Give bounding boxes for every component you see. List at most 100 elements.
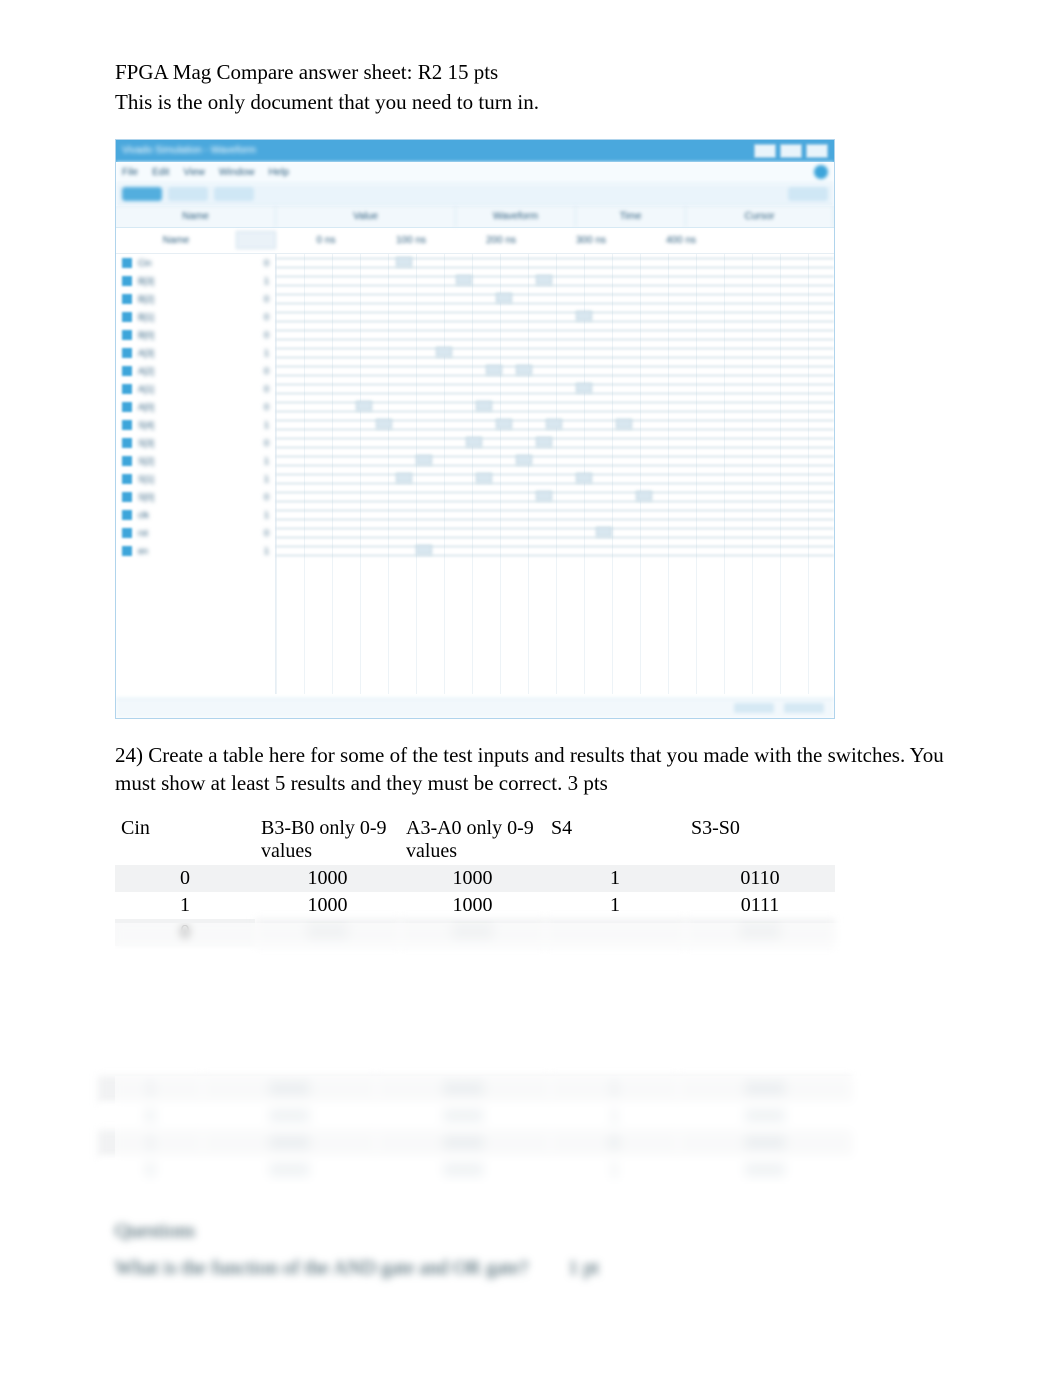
signal-row: S[3]0: [116, 434, 275, 452]
checkbox-icon[interactable]: [122, 312, 132, 322]
signal-list: Cin0B[3]1B[2]0B[1]0B[0]0A[3]1A[2]0A[1]0A…: [116, 254, 276, 694]
ribbon-tab-run[interactable]: [122, 187, 162, 201]
waveform-transition: [536, 275, 552, 285]
checkbox-icon[interactable]: [122, 330, 132, 340]
signal-row: S[0] 0: [116, 488, 275, 506]
lower-table-wrap: 1 0000 0000 1 0000 0 0000 0000 1 0000 1 …: [115, 1076, 947, 1184]
checkbox-icon[interactable]: [122, 510, 132, 520]
menu-edit[interactable]: Edit: [152, 167, 169, 178]
waveform-row: [276, 362, 834, 380]
checkbox-icon[interactable]: [122, 348, 132, 358]
waveform-transition: [356, 401, 372, 411]
waveform-row: [276, 434, 834, 452]
signal-value: 1: [264, 348, 269, 358]
waveform-trace: [276, 528, 834, 538]
menu-help[interactable]: Help: [268, 167, 289, 178]
table-row: 1 0000 0000 1 0000: [98, 1076, 852, 1103]
cell-a: 1000: [400, 892, 545, 919]
lower-table: 1 0000 0000 1 0000 0 0000 0000 1 0000 1 …: [98, 1076, 852, 1184]
checkbox-icon[interactable]: [122, 456, 132, 466]
close-icon[interactable]: [806, 144, 828, 158]
menu-view[interactable]: View: [183, 167, 205, 178]
signal-name: B[2]: [138, 294, 154, 304]
signal-value: 0: [264, 438, 269, 448]
signal-value: 0: [264, 258, 269, 268]
panel-headers: Name Value Waveform Time Cursor: [116, 206, 834, 228]
checkbox-icon[interactable]: [122, 438, 132, 448]
checkbox-icon[interactable]: [122, 258, 132, 268]
signal-name: en: [138, 546, 148, 556]
waveform-transition: [576, 473, 592, 483]
waveform-transition: [536, 437, 552, 447]
table-row: 0 1000 1000 1 0110: [115, 865, 835, 892]
menubar: File Edit View Window Help: [116, 162, 834, 184]
maximize-icon[interactable]: [780, 144, 802, 158]
checkbox-icon[interactable]: [122, 402, 132, 412]
signal-value: 1: [264, 276, 269, 286]
window-buttons: [754, 144, 828, 158]
waveform-transition: [496, 293, 512, 303]
checkbox-icon[interactable]: [122, 420, 132, 430]
q1-pts: 1 pt: [568, 1257, 599, 1280]
waveform-row: [276, 308, 834, 326]
ribbon-tab-zoom[interactable]: [168, 187, 208, 201]
signal-value: 0: [264, 384, 269, 394]
results-table: Cin B3-B0 only 0-9 values A3-A0 only 0-9…: [115, 815, 835, 946]
subcol-box: [236, 231, 276, 249]
cell-s4: 1: [545, 892, 685, 919]
signal-name: S[1]: [138, 474, 154, 484]
checkbox-icon[interactable]: [122, 528, 132, 538]
signal-name: A[3]: [138, 348, 154, 358]
signal-name: S[0]: [138, 492, 154, 502]
cell-s4: 1: [545, 865, 685, 892]
table-row: 0 0000 0000 1 0000: [98, 1103, 852, 1130]
checkbox-icon[interactable]: [122, 492, 132, 502]
waveform-transition: [416, 545, 432, 555]
th-a: A3-A0 only 0-9 values: [400, 815, 545, 865]
signal-row: rst0: [116, 524, 275, 542]
waveform-row: [276, 542, 834, 560]
waveform-transition: [596, 527, 612, 537]
checkbox-icon[interactable]: [122, 474, 132, 484]
col-waveform: Waveform: [456, 206, 576, 227]
menu-file[interactable]: File: [122, 167, 138, 178]
col-cursor: Cursor: [686, 206, 834, 227]
checkbox-icon[interactable]: [122, 384, 132, 394]
signal-value: 0: [264, 492, 269, 502]
signal-value: 1: [264, 456, 269, 466]
questions-heading: Questions: [115, 1220, 947, 1243]
menu-window[interactable]: Window: [219, 167, 255, 178]
cell-b: 1000: [255, 892, 400, 919]
checkbox-icon[interactable]: [122, 546, 132, 556]
signal-value: 1: [264, 546, 269, 556]
waveform-trace: [276, 384, 834, 394]
checkbox-icon[interactable]: [122, 294, 132, 304]
signal-value: 0: [264, 294, 269, 304]
waveform-area[interactable]: [276, 254, 834, 694]
table-row: 0 0000 0000 1 0000: [98, 1157, 852, 1184]
question-line: What is the function of the AND gate and…: [115, 1257, 947, 1280]
waveform-trace: [276, 438, 834, 448]
ribbon-tab-cursor[interactable]: [214, 187, 254, 201]
minimize-icon[interactable]: [754, 144, 776, 158]
waveform-row: [276, 506, 834, 524]
titlebar: Vivado Simulation - Waveform: [116, 140, 834, 162]
ribbon-chip[interactable]: [788, 187, 828, 201]
waveform-transition: [616, 419, 632, 429]
checkbox-icon[interactable]: [122, 366, 132, 376]
signal-value: 1: [264, 510, 269, 520]
waveform-row: [276, 272, 834, 290]
signal-row: A[1]0: [116, 380, 275, 398]
signal-row: S[4]1: [116, 416, 275, 434]
waveform-row: [276, 452, 834, 470]
waveform-row: [276, 416, 834, 434]
col-name: Name: [116, 206, 276, 227]
waveform-transition: [456, 275, 472, 285]
help-icon[interactable]: [814, 165, 828, 179]
signal-name: Cin: [138, 258, 152, 268]
signal-row: A[3] 1: [116, 344, 275, 362]
q1-text: What is the function of the AND gate and…: [115, 1257, 528, 1280]
waveform-row: [276, 488, 834, 506]
subcol-name: Name: [116, 228, 236, 253]
checkbox-icon[interactable]: [122, 276, 132, 286]
